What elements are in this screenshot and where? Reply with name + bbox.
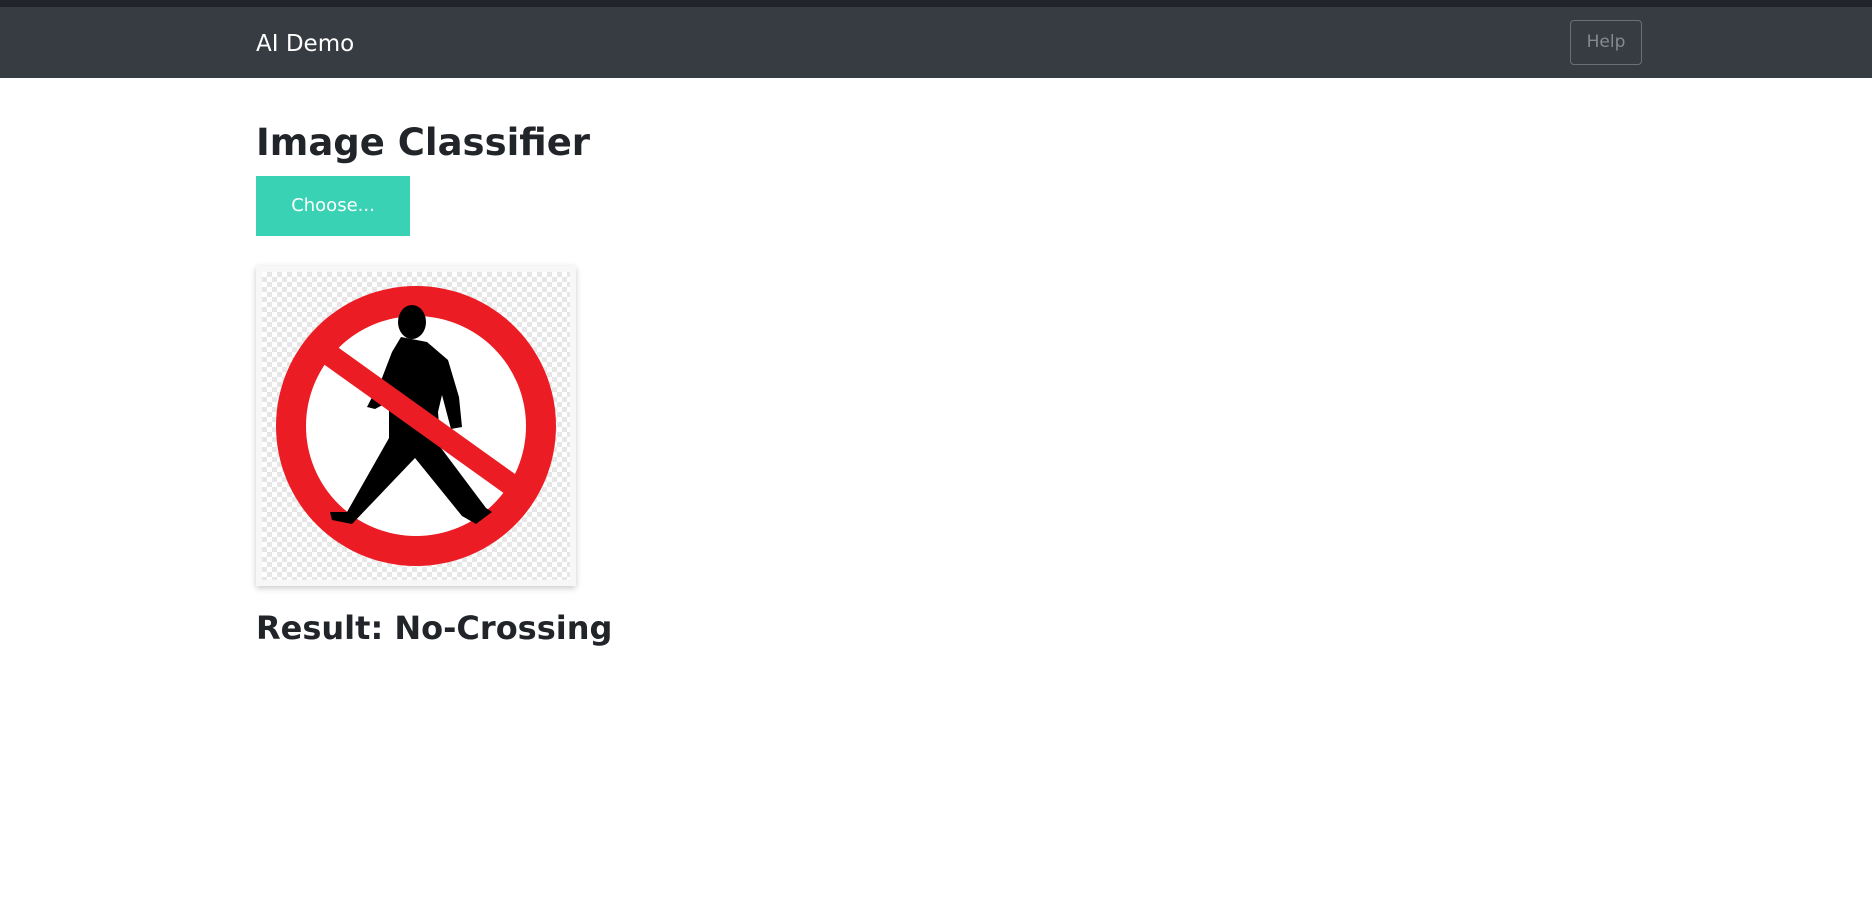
navbar: AI Demo Help [0,7,1872,78]
image-preview [256,266,576,586]
choose-file-button[interactable]: Choose... [256,176,410,236]
result-text: Result: No-Crossing [256,609,613,647]
image-preview-canvas [262,272,570,580]
window-top-strip [0,0,1872,7]
page-title: Image Classifier [256,121,591,164]
no-pedestrian-sign-icon [276,286,556,566]
navbar-brand[interactable]: AI Demo [256,29,354,59]
help-button[interactable]: Help [1570,20,1642,65]
